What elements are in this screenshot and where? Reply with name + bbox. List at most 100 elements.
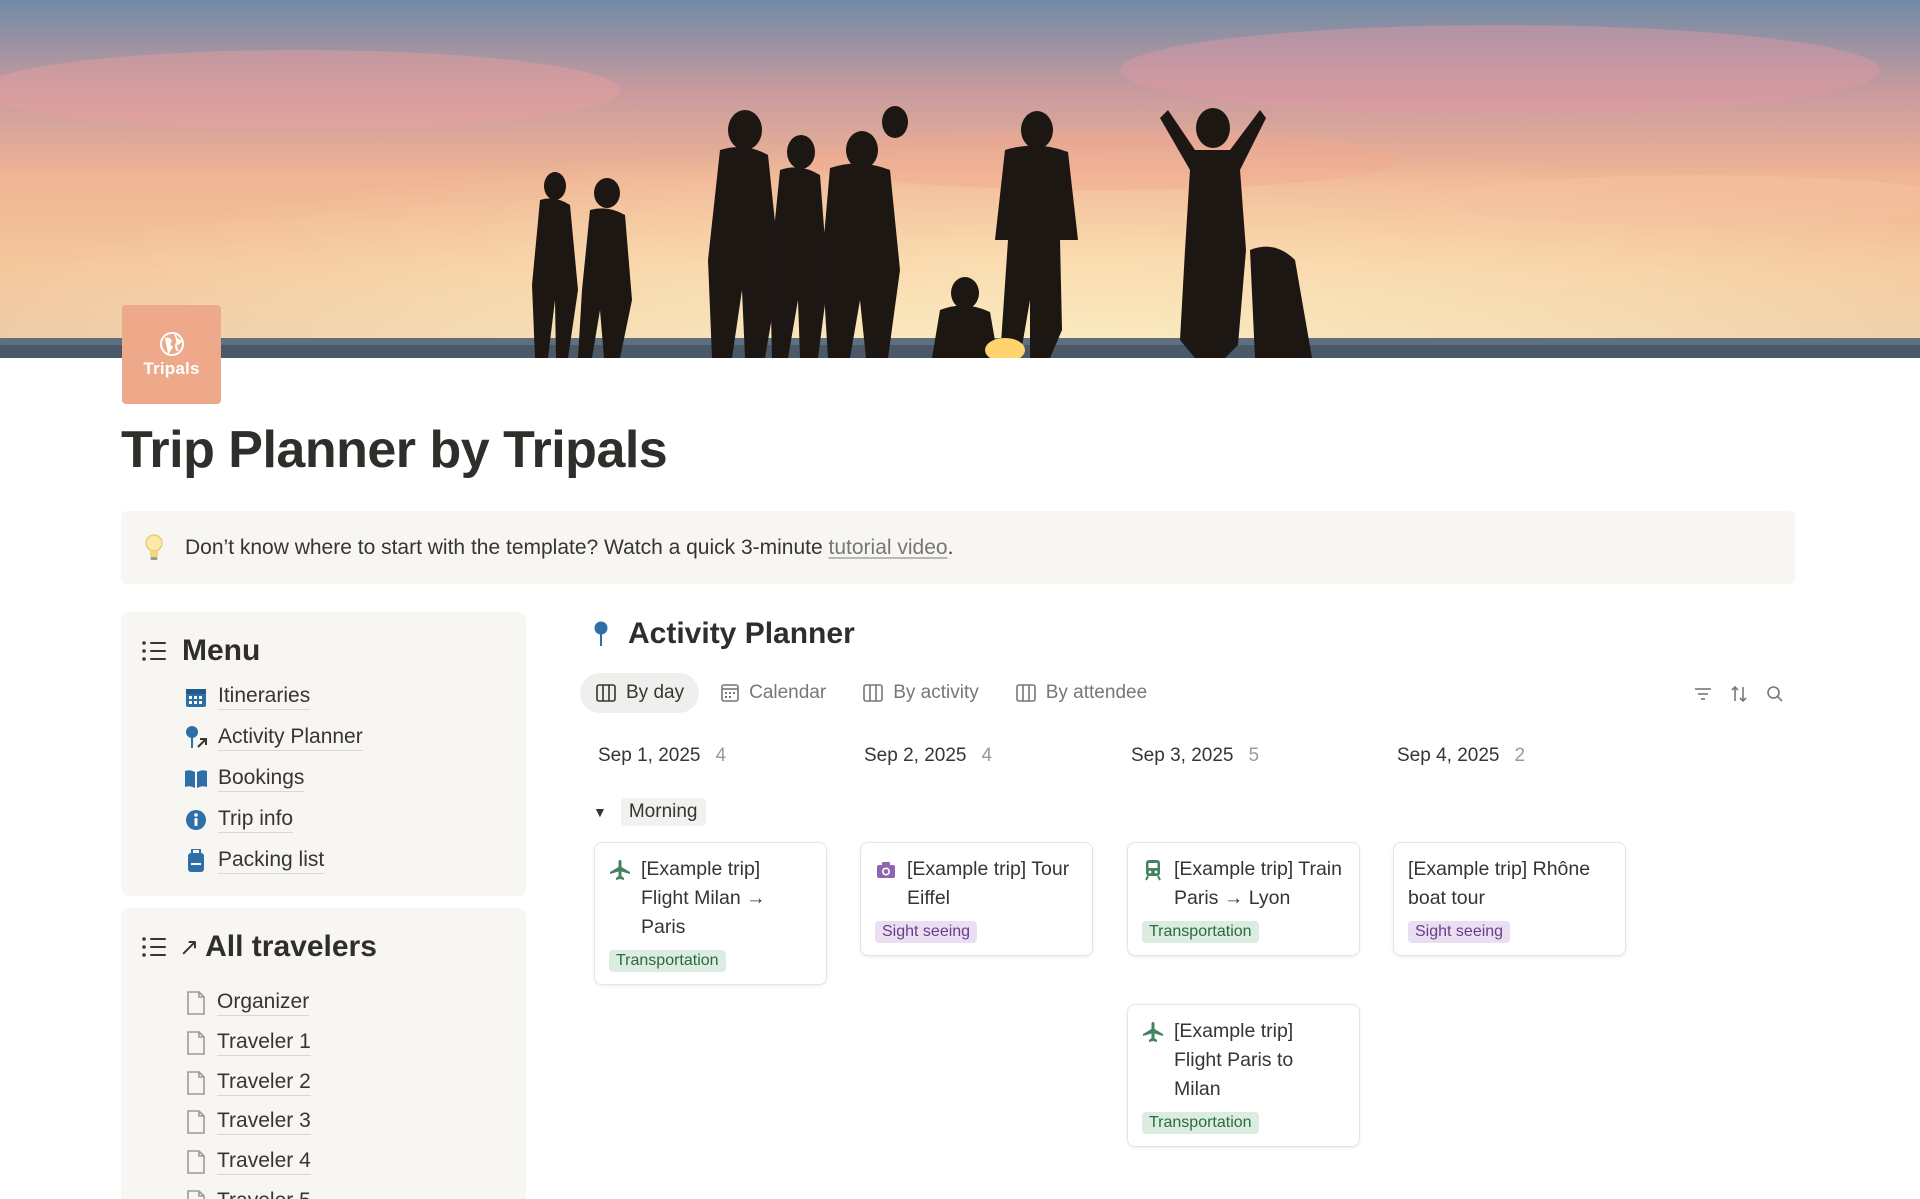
column-count: 4	[715, 745, 727, 766]
tab-by-attendee[interactable]: By attendee	[1000, 673, 1162, 713]
callout-text-end: .	[947, 535, 954, 559]
card-title: [Example trip] Rhône boat tour	[1408, 858, 1591, 909]
traveler-item[interactable]: Traveler 2	[186, 1070, 311, 1096]
page-icon	[187, 1031, 205, 1055]
cover-image	[0, 0, 1920, 358]
menu-item-trip-info[interactable]: Trip info	[184, 807, 294, 833]
page-icon	[187, 991, 205, 1015]
board-icon	[596, 684, 616, 702]
page-icon	[187, 1190, 205, 1199]
category-tag: Transportation	[1142, 921, 1259, 943]
tutorial-video-link[interactable]: tutorial video	[829, 536, 948, 559]
search-icon[interactable]	[1765, 684, 1785, 704]
traveler-label: Traveler 1	[217, 1030, 311, 1056]
menu-header: Menu	[141, 634, 260, 668]
travelers-header: ↗ All travelers	[141, 930, 377, 964]
menu-item-label: Activity Planner	[218, 725, 363, 751]
category-tag: Transportation	[1142, 1112, 1259, 1134]
traveler-item[interactable]: Organizer	[186, 990, 310, 1016]
page-title: Trip Planner by Tripals	[121, 421, 668, 479]
info-icon	[184, 808, 208, 832]
activity-card[interactable]: [Example trip] Rhône boat tour Sight see…	[1393, 842, 1626, 956]
view-tabs: By day Calendar By activity By attendee	[580, 673, 1168, 713]
tab-by-day[interactable]: By day	[580, 673, 700, 713]
page-icon	[187, 1150, 205, 1174]
globe-icon	[159, 331, 184, 356]
column-header[interactable]: Sep 3, 2025 5	[1131, 745, 1259, 767]
traveler-item[interactable]: Traveler 5	[186, 1189, 311, 1199]
column-date: Sep 4, 2025	[1397, 745, 1500, 766]
page-icon	[187, 1110, 205, 1134]
menu-item-packing-list[interactable]: Packing list	[184, 848, 325, 874]
column-count: 2	[1514, 745, 1526, 766]
page-icon[interactable]: Tripals	[122, 305, 221, 404]
activity-card[interactable]: [Example trip] Tour Eiffel Sight seeing	[860, 842, 1093, 956]
book-icon	[184, 767, 208, 791]
column-date: Sep 3, 2025	[1131, 745, 1234, 766]
sort-icon[interactable]	[1729, 684, 1749, 704]
traveler-item[interactable]: Traveler 3	[186, 1109, 311, 1135]
page-icon-label: Tripals	[143, 358, 200, 378]
tab-by-activity[interactable]: By activity	[847, 673, 994, 713]
menu-item-itineraries[interactable]: Itineraries	[184, 684, 311, 710]
train-icon	[1145, 860, 1161, 881]
calendar-grid-icon	[721, 684, 739, 702]
list-icon	[142, 937, 166, 957]
card-title: [Example trip] Train Paris → Lyon	[1174, 858, 1342, 909]
tab-label: Calendar	[749, 682, 827, 703]
camera-icon	[877, 862, 895, 878]
activity-planner-header: Activity Planner	[592, 617, 855, 651]
activity-card[interactable]: [Example trip] Train Paris → Lyon Transp…	[1127, 842, 1360, 956]
traveler-label: Traveler 3	[217, 1109, 311, 1135]
calendar-icon	[184, 685, 208, 709]
activity-planner-title[interactable]: Activity Planner	[628, 617, 855, 651]
menu-item-label: Packing list	[218, 848, 325, 874]
column-date: Sep 2, 2025	[864, 745, 967, 766]
collapse-triangle-icon[interactable]: ▼	[593, 804, 607, 820]
activity-card[interactable]: [Example trip] Flight Paris to Milan Tra…	[1127, 1004, 1360, 1147]
lightbulb-icon	[145, 533, 163, 560]
column-count: 4	[981, 745, 993, 766]
callout-text: Don’t know where to start with the templ…	[185, 535, 829, 559]
menu-panel: Menu Itineraries Activity Planner Bookin…	[121, 612, 526, 896]
airplane-icon	[610, 860, 630, 880]
travelers-heading[interactable]: All travelers	[205, 930, 377, 964]
menu-item-label: Bookings	[218, 766, 305, 792]
airplane-icon	[1143, 1022, 1163, 1042]
list-icon	[142, 641, 166, 661]
tab-label: By day	[626, 682, 685, 703]
view-tools	[1677, 684, 1785, 704]
traveler-item[interactable]: Traveler 1	[186, 1030, 311, 1056]
category-tag: Sight seeing	[875, 921, 978, 943]
card-title: [Example trip] Tour Eiffel	[907, 858, 1070, 909]
group-label: Morning	[620, 798, 706, 826]
pin-icon	[594, 621, 608, 646]
menu-item-label: Itineraries	[218, 684, 311, 710]
traveler-label: Traveler 2	[217, 1070, 311, 1096]
luggage-icon	[184, 849, 208, 873]
column-header[interactable]: Sep 2, 2025 4	[864, 745, 992, 767]
card-title: [Example trip] Flight Paris to Milan	[1174, 1020, 1294, 1100]
traveler-label: Traveler 4	[217, 1149, 311, 1175]
group-morning[interactable]: ▼ Morning	[593, 798, 706, 826]
traveler-item[interactable]: Traveler 4	[186, 1149, 311, 1175]
column-header[interactable]: Sep 4, 2025 2	[1397, 745, 1525, 767]
menu-item-bookings[interactable]: Bookings	[184, 766, 305, 792]
filter-icon[interactable]	[1693, 684, 1713, 704]
activity-card[interactable]: [Example trip] Flight Milan → Paris Tran…	[594, 842, 827, 985]
travelers-panel: ↗ All travelers Organizer Traveler 1 Tra…	[121, 908, 526, 1199]
board-icon	[863, 684, 884, 702]
board-icon	[1015, 684, 1036, 702]
menu-heading: Menu	[182, 634, 261, 667]
tab-calendar[interactable]: Calendar	[705, 673, 841, 713]
menu-item-activity-planner[interactable]: Activity Planner	[184, 725, 363, 751]
traveler-label: Traveler 5	[217, 1189, 311, 1199]
tab-label: By attendee	[1045, 682, 1148, 703]
pin-link-icon	[184, 726, 208, 750]
column-header[interactable]: Sep 1, 2025 4	[598, 745, 726, 767]
tutorial-callout: Don’t know where to start with the templ…	[121, 511, 1795, 584]
card-title: [Example trip] Flight Milan → Paris	[641, 858, 766, 938]
column-count: 5	[1248, 745, 1260, 766]
category-tag: Sight seeing	[1408, 921, 1511, 943]
category-tag: Transportation	[609, 950, 726, 972]
